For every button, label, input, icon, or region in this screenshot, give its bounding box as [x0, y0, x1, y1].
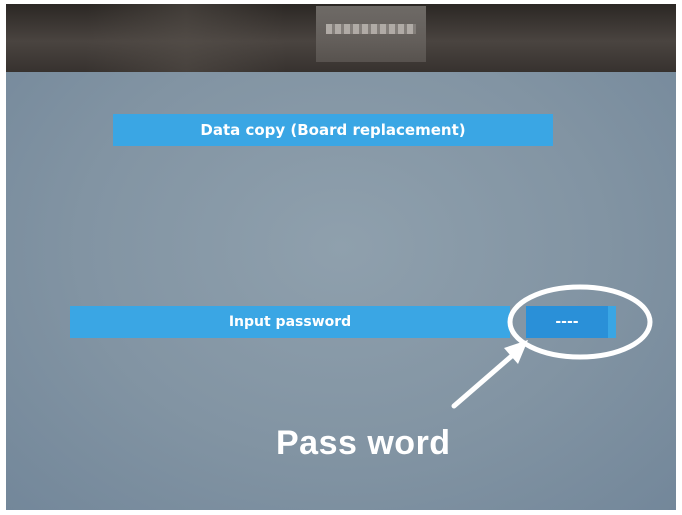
bezel-reflection-glare [326, 24, 416, 34]
data-copy-title-bar: Data copy (Board replacement) [113, 114, 553, 146]
password-row-gap [510, 306, 526, 338]
password-input[interactable]: ---- [526, 306, 608, 338]
pass-word-annotation: Pass word [276, 424, 451, 462]
bezel-reflection [316, 6, 426, 62]
password-row[interactable]: Input password ---- [70, 306, 616, 338]
bezel-shade [86, 4, 286, 72]
tv-bezel [6, 4, 676, 72]
password-prompt-label: Input password [228, 314, 352, 330]
tv-photo: Data copy (Board replacement) Input pass… [6, 4, 676, 510]
data-copy-title: Data copy (Board replacement) [200, 121, 466, 139]
